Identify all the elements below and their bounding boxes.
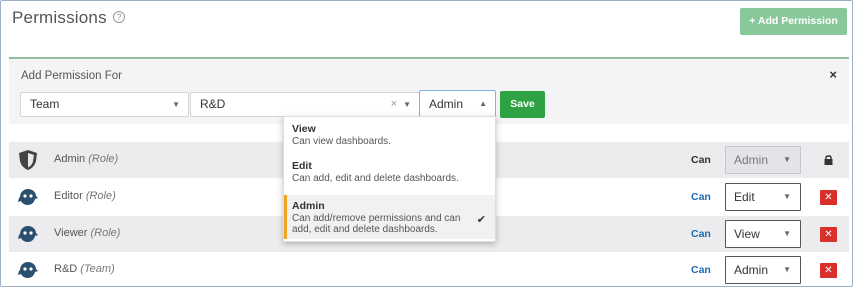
- row-permission-select[interactable]: View ▼: [725, 220, 801, 248]
- option-title: Edit: [292, 160, 312, 172]
- caret-down-icon: ▼: [403, 100, 411, 109]
- delete-button[interactable]: ✕: [820, 190, 837, 205]
- dropdown-option-view[interactable]: View Can view dashboards.: [284, 123, 495, 147]
- target-select-value: R&D: [200, 97, 226, 111]
- dropdown-option-admin[interactable]: Admin Can add/remove permissions and can…: [284, 195, 495, 239]
- role-avatar-icon: [18, 226, 38, 242]
- can-label: Can: [691, 264, 711, 276]
- permission-select[interactable]: Admin ▲: [419, 90, 496, 118]
- row-name: Admin (Role): [54, 153, 119, 165]
- role-avatar-icon: [18, 189, 38, 205]
- option-description: Can add, edit and delete dashboards.: [292, 173, 459, 184]
- delete-button[interactable]: ✕: [820, 227, 837, 242]
- type-select-value: Team: [30, 97, 60, 111]
- row-name: R&D (Team): [54, 263, 115, 275]
- add-permission-panel: Add Permission For × Team ▼ R&D × ▼ Admi…: [9, 57, 849, 124]
- delete-button[interactable]: ✕: [820, 263, 837, 278]
- option-title: Admin: [292, 200, 325, 212]
- option-description: Can view dashboards.: [292, 136, 391, 147]
- can-label: Can: [691, 154, 711, 166]
- option-title: View: [292, 123, 316, 135]
- dropdown-option-edit[interactable]: Edit Can add, edit and delete dashboards…: [284, 160, 495, 184]
- row-permission-select[interactable]: Admin ▼: [725, 256, 801, 284]
- row-permission-select[interactable]: Edit ▼: [725, 183, 801, 211]
- clear-icon[interactable]: ×: [391, 93, 397, 116]
- target-select[interactable]: R&D × ▼: [190, 92, 420, 117]
- can-label: Can: [691, 191, 711, 203]
- lock-icon: [824, 155, 833, 165]
- caret-down-icon: ▼: [783, 265, 791, 274]
- row-name: Editor (Role): [54, 190, 116, 202]
- permission-select-value: Admin: [429, 97, 464, 111]
- can-label: Can: [691, 228, 711, 240]
- row-name: Viewer (Role): [54, 227, 121, 239]
- caret-down-icon: ▼: [783, 155, 791, 164]
- help-icon[interactable]: ?: [113, 11, 125, 23]
- team-avatar-icon: [18, 262, 38, 278]
- option-description: Can add/remove permissions and can: [292, 213, 461, 224]
- caret-up-icon: ▲: [479, 99, 487, 108]
- add-permission-button[interactable]: + Add Permission: [740, 8, 847, 35]
- shield-icon: [19, 150, 37, 170]
- page-title: Permissions: [12, 8, 107, 27]
- option-description: add, edit and delete dashboards.: [292, 224, 438, 235]
- check-icon: ✔: [476, 214, 486, 226]
- caret-down-icon: ▼: [783, 229, 791, 238]
- row-permission-select: Admin ▼: [725, 146, 801, 174]
- add-permission-label: Add Permission For: [21, 70, 122, 82]
- caret-down-icon: ▼: [172, 100, 180, 109]
- close-icon[interactable]: ×: [829, 67, 837, 82]
- caret-down-icon: ▼: [783, 192, 791, 201]
- permission-row-team: R&D (Team) Can Admin ▼ ✕: [9, 252, 849, 287]
- save-button[interactable]: Save: [500, 91, 545, 118]
- permission-dropdown: View Can view dashboards. Edit Can add, …: [283, 116, 496, 242]
- type-select[interactable]: Team ▼: [20, 92, 189, 117]
